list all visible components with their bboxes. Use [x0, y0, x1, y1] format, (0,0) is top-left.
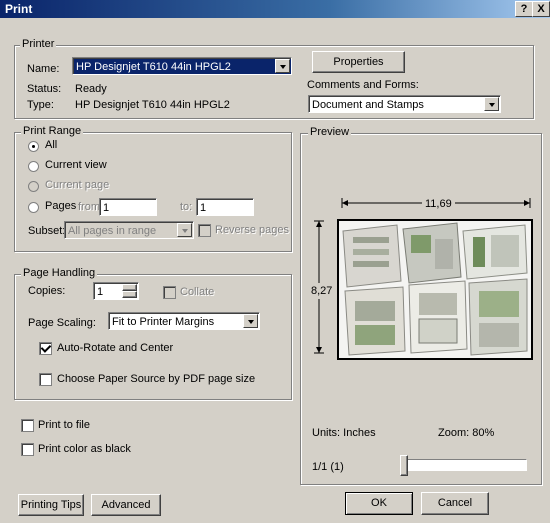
collate-label: Collate — [180, 286, 215, 298]
all-label[interactable]: All — [45, 139, 57, 151]
current-view-label[interactable]: Current view — [45, 159, 107, 171]
page-counter: 1/1 (1) — [312, 461, 344, 473]
print-to-file-label[interactable]: Print to file — [38, 419, 90, 431]
properties-button[interactable]: Properties — [312, 51, 405, 73]
status-value: Ready — [75, 83, 107, 95]
printer-group-label: Printer — [20, 38, 57, 50]
zoom-label: Zoom: 80% — [438, 427, 495, 439]
type-value: HP Designjet T610 44in HPGL2 — [75, 99, 230, 111]
printer-name-label: Name: — [27, 63, 60, 75]
title-bar — [0, 0, 550, 18]
page-scrollbar-track[interactable] — [400, 459, 527, 471]
subset-value: All pages in range — [68, 225, 157, 237]
current-view-radio[interactable] — [28, 161, 39, 172]
chevron-down-icon[interactable] — [484, 97, 499, 111]
to-input[interactable]: 1 — [196, 198, 254, 216]
current-page-radio[interactable] — [28, 181, 39, 192]
pages-radio[interactable] — [28, 202, 39, 213]
ok-button[interactable]: OK — [345, 492, 413, 515]
copies-up-icon[interactable] — [122, 284, 137, 291]
preview-width-value: 11,69 — [422, 198, 455, 210]
units-label: Units: Inches — [312, 427, 376, 439]
print-color-black-checkbox[interactable] — [21, 443, 34, 456]
printing-tips-button[interactable]: Printing Tips — [18, 494, 84, 516]
status-label: Status: — [27, 83, 62, 95]
preview-label: Preview — [308, 126, 352, 138]
print-range-label: Print Range — [21, 125, 84, 137]
printer-name-value: HP Designjet T610 44in HPGL2 — [76, 61, 231, 73]
copies-label: Copies: — [28, 285, 66, 297]
all-radio[interactable] — [28, 141, 39, 152]
reverse-pages-label: Reverse pages — [215, 224, 289, 236]
paper-source-checkbox[interactable] — [39, 373, 52, 386]
from-input[interactable]: 1 — [99, 198, 157, 216]
subset-select[interactable]: All pages in range — [64, 221, 194, 239]
page-handling-label: Page Handling — [21, 267, 98, 279]
printer-name-select[interactable]: HP Designjet T610 44in HPGL2 — [72, 57, 292, 75]
chevron-down-icon[interactable] — [275, 59, 290, 73]
type-label: Type: — [27, 99, 54, 111]
collate-checkbox[interactable] — [163, 286, 176, 299]
advanced-button[interactable]: Advanced — [91, 494, 161, 516]
preview-height-value: 8,27 — [311, 283, 333, 299]
reverse-pages-checkbox[interactable] — [198, 224, 211, 237]
page-scrollbar-thumb[interactable] — [400, 455, 408, 476]
copies-down-icon[interactable] — [122, 291, 137, 298]
print-to-file-checkbox[interactable] — [21, 419, 34, 432]
page-scaling-value: Fit to Printer Margins — [112, 316, 215, 328]
print-color-black-label[interactable]: Print color as black — [38, 443, 131, 455]
to-label: to: — [180, 201, 193, 213]
subset-label: Subset: — [28, 225, 66, 237]
copies-value: 1 — [97, 286, 104, 298]
page-scaling-label: Page Scaling: — [28, 317, 96, 329]
help-button[interactable]: ? — [515, 1, 533, 17]
comments-forms-select[interactable]: Document and Stamps — [308, 95, 501, 113]
comments-forms-label: Comments and Forms: — [307, 79, 419, 91]
page-scaling-select[interactable]: Fit to Printer Margins — [108, 312, 260, 330]
chevron-down-icon[interactable] — [243, 314, 258, 328]
cancel-button[interactable]: Cancel — [421, 492, 489, 515]
comments-forms-value: Document and Stamps — [312, 99, 424, 111]
pages-label[interactable]: Pages — [45, 200, 76, 212]
current-page-label: Current page — [45, 179, 110, 191]
close-button[interactable]: X — [532, 1, 550, 17]
paper-source-label[interactable]: Choose Paper Source by PDF page size — [57, 373, 255, 385]
auto-rotate-checkbox[interactable] — [39, 342, 52, 355]
window-title: Print — [5, 2, 33, 16]
preview-thumbnail-image — [339, 221, 531, 358]
chevron-down-icon[interactable] — [177, 223, 192, 237]
copies-input[interactable]: 1 — [93, 282, 139, 300]
auto-rotate-label[interactable]: Auto-Rotate and Center — [57, 342, 173, 354]
preview-page — [337, 219, 533, 360]
